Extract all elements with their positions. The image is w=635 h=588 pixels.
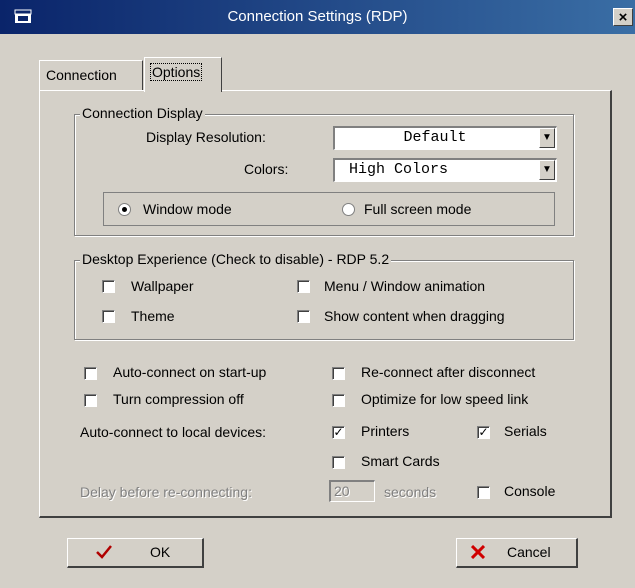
window-mode-label[interactable]: Window mode <box>143 201 232 217</box>
colors-combo[interactable]: High Colors ▼ <box>333 158 557 182</box>
auto-connect-label[interactable]: Auto-connect on start-up <box>113 364 266 380</box>
serials-checkbox[interactable]: ✓ <box>477 426 490 439</box>
full-screen-radio[interactable] <box>342 203 355 216</box>
show-content-checkbox[interactable] <box>297 310 310 323</box>
auto-connect-checkbox[interactable] <box>84 367 97 380</box>
menu-animation-checkbox[interactable] <box>297 280 310 293</box>
menu-animation-label[interactable]: Menu / Window animation <box>324 278 485 294</box>
title-bar[interactable]: Connection Settings (RDP) × <box>0 0 635 34</box>
display-resolution-combo[interactable]: Default ▼ <box>333 126 557 150</box>
reconnect-label[interactable]: Re-connect after disconnect <box>361 364 535 380</box>
window-title: Connection Settings (RDP) <box>227 8 408 25</box>
colors-label: Colors: <box>244 161 289 177</box>
cancel-label: Cancel <box>507 544 551 560</box>
console-label[interactable]: Console <box>504 483 555 499</box>
wallpaper-label[interactable]: Wallpaper <box>131 278 194 294</box>
desktop-experience-group <box>74 260 574 340</box>
smart-cards-label[interactable]: Smart Cards <box>361 453 440 469</box>
console-checkbox[interactable] <box>477 486 490 499</box>
printers-label[interactable]: Printers <box>361 423 409 439</box>
desktop-experience-legend: Desktop Experience (Check to disable) - … <box>80 251 392 267</box>
ok-label: OK <box>150 544 171 560</box>
compression-label[interactable]: Turn compression off <box>113 391 244 407</box>
printers-checkbox[interactable]: ✓ <box>332 426 345 439</box>
delay-label: Delay before re-connecting: <box>80 484 252 500</box>
full-screen-label[interactable]: Full screen mode <box>364 201 471 217</box>
local-devices-label: Auto-connect to local devices: <box>80 424 266 440</box>
x-icon <box>470 544 486 562</box>
display-resolution-value: Default <box>403 129 467 146</box>
dropdown-arrow-icon[interactable]: ▼ <box>539 128 555 148</box>
low-speed-label[interactable]: Optimize for low speed link <box>361 391 528 407</box>
display-resolution-label: Display Resolution: <box>146 129 266 145</box>
serials-label[interactable]: Serials <box>504 423 547 439</box>
tab-connection[interactable]: Connection <box>39 60 143 90</box>
theme-checkbox[interactable] <box>102 310 115 323</box>
delay-input[interactable]: 20 <box>329 480 375 502</box>
low-speed-checkbox[interactable] <box>332 394 345 407</box>
wallpaper-checkbox[interactable] <box>102 280 115 293</box>
colors-value: High Colors <box>349 161 449 178</box>
reconnect-checkbox[interactable] <box>332 367 345 380</box>
compression-checkbox[interactable] <box>84 394 97 407</box>
cancel-button[interactable]: Cancel <box>456 538 578 568</box>
tab-options-label: Options <box>149 63 203 81</box>
connection-display-legend: Connection Display <box>80 105 205 121</box>
dropdown-arrow-icon[interactable]: ▼ <box>539 160 555 180</box>
window-mode-radio[interactable] <box>118 203 131 216</box>
theme-label[interactable]: Theme <box>131 308 175 324</box>
tab-options[interactable]: Options <box>144 57 222 92</box>
tab-connection-label: Connection <box>46 67 117 83</box>
checkmark-icon <box>96 544 112 563</box>
close-button[interactable]: × <box>613 8 633 26</box>
show-content-label[interactable]: Show content when dragging <box>324 308 505 324</box>
ok-button[interactable]: OK <box>67 538 204 568</box>
seconds-label: seconds <box>384 484 437 500</box>
smart-cards-checkbox[interactable] <box>332 456 345 469</box>
